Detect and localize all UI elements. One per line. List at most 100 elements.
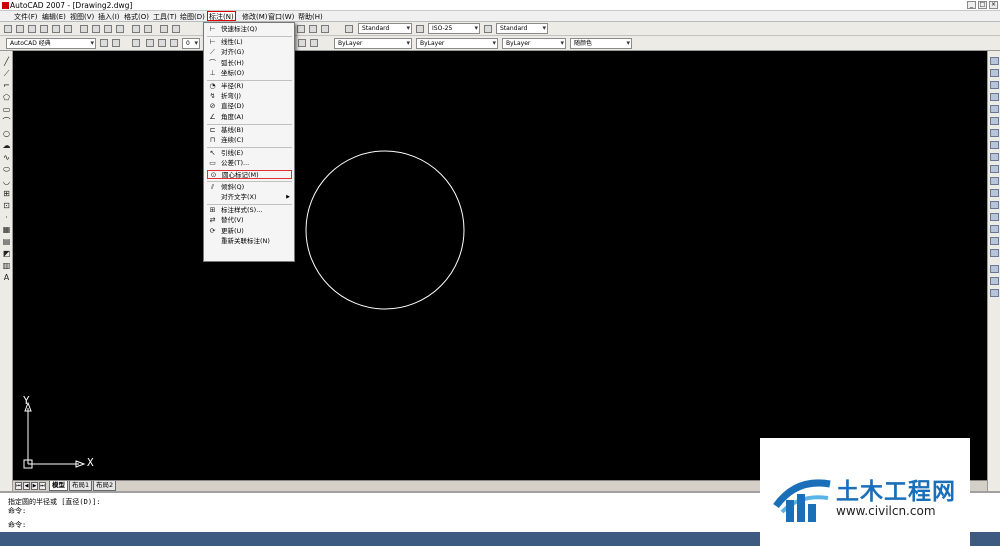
line-icon[interactable]: ╱ — [2, 57, 11, 66]
preview-icon[interactable] — [52, 25, 60, 33]
dim-menu-item[interactable]: ▭ 公差(T)... — [207, 159, 292, 168]
my-workspace-icon[interactable] — [112, 39, 120, 47]
text-style-select[interactable]: Standard — [358, 23, 412, 34]
copy-icon[interactable] — [92, 25, 100, 33]
command-prompt[interactable]: 命令: — [8, 520, 26, 530]
hatch-icon[interactable]: ▦ — [2, 225, 11, 234]
table-style-select[interactable]: Standard — [496, 23, 548, 34]
offset-icon[interactable] — [990, 93, 999, 101]
menu-draw[interactable]: 绘图(D) — [180, 12, 205, 22]
circle-icon[interactable]: ○ — [2, 129, 11, 138]
construction-line-icon[interactable]: ⟋ — [2, 69, 11, 78]
explode-icon[interactable] — [990, 249, 999, 257]
multiline-text-icon[interactable]: A — [2, 273, 11, 282]
arc-icon[interactable]: ⌒ — [2, 117, 11, 126]
drawing-canvas[interactable]: Y X — [13, 51, 987, 480]
make-block-icon[interactable]: ⊡ — [2, 201, 11, 210]
dim-menu-item[interactable]: ⊏ 基线(B) — [207, 126, 292, 135]
menu-dimension[interactable]: 标注(N) — [207, 11, 236, 21]
point-icon[interactable]: · — [2, 213, 11, 222]
workspace-settings-icon[interactable] — [100, 39, 108, 47]
erase-icon[interactable] — [990, 57, 999, 65]
join-icon[interactable] — [990, 213, 999, 221]
insert-block-icon[interactable]: ⊞ — [2, 189, 11, 198]
dim-menu-item[interactable]: ⟳ 更新(U) — [207, 227, 292, 236]
trim-icon[interactable] — [990, 165, 999, 173]
dim-menu-item[interactable]: ⊢ 线性(L) — [207, 38, 292, 47]
tab-first-button[interactable]: ⏮ — [15, 482, 22, 490]
menu-window[interactable]: 窗口(W) — [268, 12, 294, 22]
circle-entity[interactable] — [305, 150, 465, 310]
scale-icon[interactable] — [990, 141, 999, 149]
dim-menu-item[interactable]: ⫽ 倾斜(Q) — [207, 183, 292, 192]
rectangle-icon[interactable]: ▭ — [2, 105, 11, 114]
menu-insert[interactable]: 插入(I) — [98, 12, 120, 22]
dim-menu-item[interactable]: ⊙ 圆心标记(M) — [207, 169, 292, 179]
spline-icon[interactable]: ∿ — [2, 153, 11, 162]
close-button[interactable]: × — [989, 1, 998, 9]
zoom-icon[interactable] — [172, 25, 180, 33]
menu-format[interactable]: 格式(O) — [124, 12, 149, 22]
dim-menu-item[interactable]: ⌒ 弧长(H) — [207, 59, 292, 68]
table-icon[interactable]: ▥ — [2, 261, 11, 270]
make-current-layer-icon[interactable] — [298, 39, 306, 47]
layer-select[interactable]: 0 — [182, 38, 200, 49]
maximize-button[interactable]: □ — [978, 1, 987, 9]
tab-next-button[interactable]: ▶ — [31, 482, 38, 490]
mirror-icon[interactable] — [990, 81, 999, 89]
chamfer-icon[interactable] — [990, 225, 999, 233]
tab-layout2[interactable]: 布局2 — [93, 481, 117, 491]
dim-menu-item[interactable]: 对齐文字(X) ▶ — [207, 193, 292, 202]
workspace-select[interactable]: AutoCAD 经典 — [6, 38, 96, 49]
dim-menu-item[interactable]: ⊘ 直径(D) — [207, 102, 292, 111]
plot-icon[interactable] — [40, 25, 48, 33]
pan-icon[interactable] — [160, 25, 168, 33]
cut-icon[interactable] — [80, 25, 88, 33]
menu-help[interactable]: 帮助(H) — [298, 12, 323, 22]
dim-menu-item[interactable]: ⊞ 标注样式(S)... — [207, 206, 292, 215]
linetype-select[interactable]: ByLayer — [416, 38, 498, 49]
redo-icon[interactable] — [144, 25, 152, 33]
tab-prev-button[interactable]: ◀ — [23, 482, 30, 490]
design-center-icon[interactable] — [309, 25, 317, 33]
save-icon[interactable] — [28, 25, 36, 33]
break-at-point-icon[interactable] — [990, 189, 999, 197]
ellipse-icon[interactable]: ⬭ — [2, 165, 11, 174]
undo-icon[interactable] — [132, 25, 140, 33]
dim-menu-item[interactable]: 重新关联标注(N) — [207, 237, 292, 246]
rotate-icon[interactable] — [990, 129, 999, 137]
tool-palette-icon[interactable] — [321, 25, 329, 33]
region-icon[interactable]: ◩ — [2, 249, 11, 258]
match-properties-icon[interactable] — [116, 25, 124, 33]
tab-model[interactable]: 模型 — [49, 481, 68, 491]
layer-previous-icon[interactable] — [310, 39, 318, 47]
dim-menu-item[interactable]: ∠ 角度(A) — [207, 113, 292, 122]
extend-icon[interactable] — [990, 177, 999, 185]
dim-menu-item[interactable]: ⟋ 对齐(G) — [207, 48, 292, 57]
dim-menu-item[interactable]: ↯ 折弯(J) — [207, 92, 292, 101]
menu-modify[interactable]: 修改(M) — [242, 12, 268, 22]
open-icon[interactable] — [16, 25, 24, 33]
menu-file[interactable]: 文件(F) — [14, 12, 38, 22]
paste-icon[interactable] — [104, 25, 112, 33]
menu-view[interactable]: 视图(V) — [70, 12, 94, 22]
break-icon[interactable] — [990, 201, 999, 209]
array-icon[interactable] — [990, 105, 999, 113]
draw-order-icon[interactable] — [990, 265, 999, 273]
send-back-icon[interactable] — [990, 289, 999, 297]
new-icon[interactable] — [4, 25, 12, 33]
dim-menu-item[interactable]: ◔ 半径(R) — [207, 82, 292, 91]
menu-tools[interactable]: 工具(T) — [153, 12, 177, 22]
properties-icon[interactable] — [297, 25, 305, 33]
publish-icon[interactable] — [64, 25, 72, 33]
minimize-button[interactable]: _ — [967, 1, 976, 9]
polygon-icon[interactable]: ⬠ — [2, 93, 11, 102]
move-icon[interactable] — [990, 117, 999, 125]
tab-layout1[interactable]: 布局1 — [69, 481, 93, 491]
tab-last-button[interactable]: ⏭ — [39, 482, 46, 490]
layer-manager-icon[interactable] — [132, 39, 140, 47]
ellipse-arc-icon[interactable]: ◡ — [2, 177, 11, 186]
dim-menu-item[interactable]: ⊓ 连续(C) — [207, 136, 292, 145]
lineweight-select[interactable]: ByLayer — [502, 38, 566, 49]
dim-menu-item[interactable]: ⊥ 坐标(O) — [207, 69, 292, 78]
